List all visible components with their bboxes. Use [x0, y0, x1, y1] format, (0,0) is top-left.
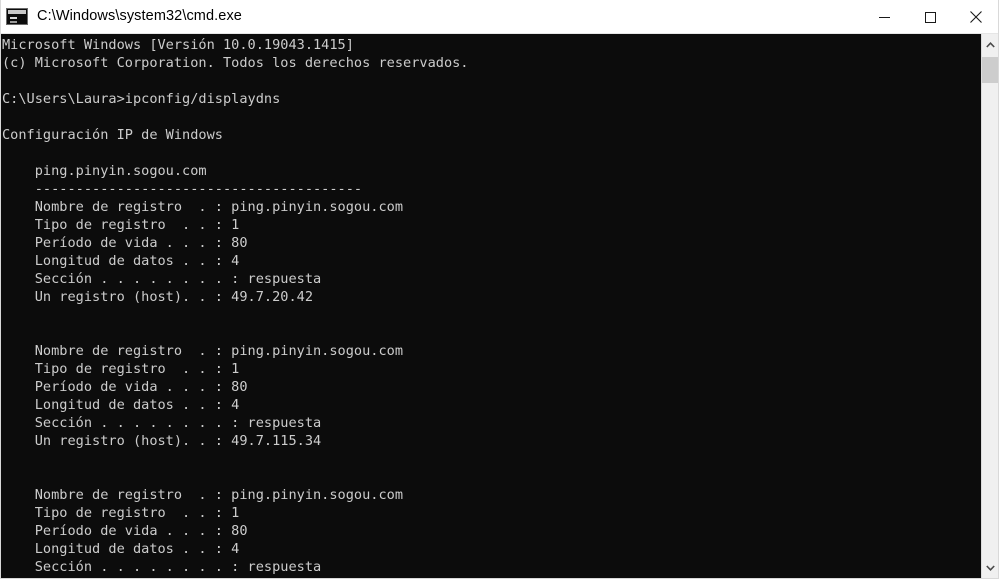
console-icon: [6, 8, 28, 25]
maximize-icon: [924, 11, 936, 23]
scrollbar-thumb[interactable]: [982, 57, 999, 83]
chevron-down-icon: [986, 565, 995, 571]
console-text: Microsoft Windows [Versión 10.0.19043.14…: [2, 37, 469, 575]
scroll-down-button[interactable]: [982, 557, 999, 579]
cmd-window: C:\Windows\system32\cmd.exe Microsoft Wi…: [0, 0, 999, 579]
window-controls: [861, 0, 999, 33]
scrollbar-track[interactable]: [982, 56, 999, 557]
window-title: C:\Windows\system32\cmd.exe: [37, 8, 242, 25]
title-bar[interactable]: C:\Windows\system32\cmd.exe: [0, 0, 999, 34]
title-bar-left: C:\Windows\system32\cmd.exe: [0, 0, 861, 33]
close-button[interactable]: [953, 0, 999, 34]
close-icon: [970, 11, 982, 23]
terminal-output-area[interactable]: Microsoft Windows [Versión 10.0.19043.14…: [0, 34, 981, 579]
maximize-button[interactable]: [907, 0, 953, 34]
scroll-up-button[interactable]: [982, 34, 999, 56]
minimize-button[interactable]: [861, 0, 907, 34]
chevron-up-icon: [986, 42, 995, 48]
vertical-scrollbar[interactable]: [981, 34, 999, 579]
minimize-icon: [878, 16, 890, 18]
